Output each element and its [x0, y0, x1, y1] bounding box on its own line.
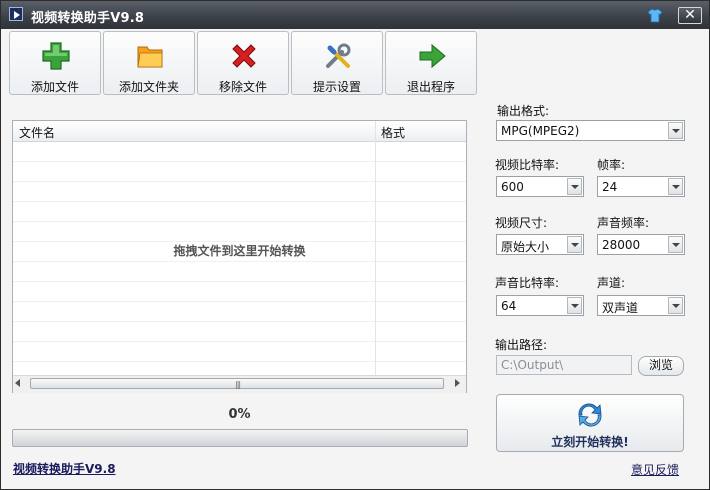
- file-list-header: 文件名 格式: [13, 121, 466, 142]
- chevron-down-icon[interactable]: [567, 236, 582, 253]
- video-bitrate-value: 600: [501, 180, 524, 194]
- plus-icon: [42, 42, 70, 70]
- tools-icon: [326, 43, 351, 68]
- channels-label: 声道:: [597, 276, 626, 290]
- add-folder-button[interactable]: 添加文件夹: [103, 31, 195, 95]
- folder-icon: [137, 46, 163, 68]
- remove-file-label: 移除文件: [218, 80, 267, 94]
- chevron-down-icon[interactable]: [668, 178, 683, 195]
- drop-hint: 拖拽文件到这里开始转换: [173, 244, 306, 258]
- scroll-grip: |||: [235, 380, 241, 389]
- start-convert-label: 立刻开始转换!: [551, 435, 629, 449]
- output-format-label: 输出格式:: [497, 104, 550, 118]
- file-list[interactable]: 文件名 格式 拖拽文件到这里开始转换 |||: [12, 120, 467, 393]
- progress-bar: [12, 429, 468, 447]
- remove-file-button[interactable]: 移除文件: [197, 31, 289, 95]
- scroll-right-icon[interactable]: [455, 379, 460, 387]
- channels-select[interactable]: 双声道: [597, 295, 685, 316]
- frame-rate-value: 24: [602, 180, 618, 194]
- exit-label: 退出程序: [406, 80, 455, 94]
- video-bitrate-select[interactable]: 600: [496, 176, 584, 197]
- chevron-down-icon[interactable]: [668, 236, 683, 253]
- audio-rate-label: 声音频率:: [597, 216, 650, 230]
- chevron-down-icon[interactable]: [567, 297, 582, 314]
- audio-bitrate-label: 声音比特率:: [495, 276, 560, 290]
- app-logo-icon: [9, 7, 23, 21]
- close-button[interactable]: ✕: [678, 7, 702, 24]
- settings-label: 提示设置: [312, 80, 361, 94]
- feedback-link[interactable]: 意见反馈: [631, 461, 679, 478]
- video-bitrate-label: 视频比特率:: [495, 158, 560, 172]
- app-name-link[interactable]: 视频转换助手V9.8: [13, 460, 116, 477]
- scroll-left-icon[interactable]: [15, 379, 20, 387]
- settings-button[interactable]: 提示设置: [291, 31, 383, 95]
- add-file-button[interactable]: 添加文件: [9, 31, 101, 95]
- column-header-format[interactable]: 格式: [381, 124, 405, 141]
- add-file-label: 添加文件: [30, 80, 79, 94]
- browse-button[interactable]: 浏览: [638, 356, 684, 376]
- column-header-filename[interactable]: 文件名: [19, 124, 55, 141]
- chevron-down-icon[interactable]: [567, 178, 582, 195]
- output-path-label: 输出路径:: [495, 338, 548, 352]
- convert-refresh-icon: [578, 403, 602, 427]
- skin-shirt-icon[interactable]: [647, 7, 663, 23]
- audio-rate-value: 28000: [602, 238, 641, 252]
- title-bar[interactable]: 视频转换助手V9.8 ✕: [1, 1, 709, 29]
- horizontal-scrollbar[interactable]: |||: [13, 375, 466, 393]
- video-size-value: 原始大小: [501, 240, 550, 254]
- remove-icon: [232, 44, 256, 68]
- audio-bitrate-select[interactable]: 64: [496, 295, 584, 316]
- frame-rate-select[interactable]: 24: [597, 176, 685, 197]
- chevron-down-icon[interactable]: [668, 297, 683, 314]
- chevron-down-icon[interactable]: [668, 122, 683, 139]
- channels-value: 双声道: [602, 301, 639, 315]
- progress-percent: 0%: [228, 407, 251, 422]
- add-folder-label: 添加文件夹: [118, 80, 179, 94]
- audio-rate-select[interactable]: 28000: [597, 234, 685, 255]
- output-format-value: MPG(MPEG2): [501, 124, 580, 138]
- video-size-label: 视频尺寸:: [495, 216, 548, 230]
- start-convert-button[interactable]: 立刻开始转换!: [496, 394, 684, 452]
- exit-button[interactable]: 退出程序: [385, 31, 477, 95]
- app-window: 视频转换助手V9.8 ✕ 添加文件 添加文件夹 移除文件 提示设置 退出程序 文…: [0, 0, 710, 490]
- frame-rate-label: 帧率:: [597, 158, 626, 172]
- window-title: 视频转换助手V9.8: [31, 11, 145, 26]
- output-path-input[interactable]: [496, 355, 632, 375]
- exit-arrow-icon: [419, 43, 446, 69]
- output-format-select[interactable]: MPG(MPEG2): [496, 120, 685, 141]
- scrollbar-thumb[interactable]: |||: [30, 378, 444, 389]
- audio-bitrate-value: 64: [501, 299, 517, 313]
- video-size-select[interactable]: 原始大小: [496, 234, 584, 255]
